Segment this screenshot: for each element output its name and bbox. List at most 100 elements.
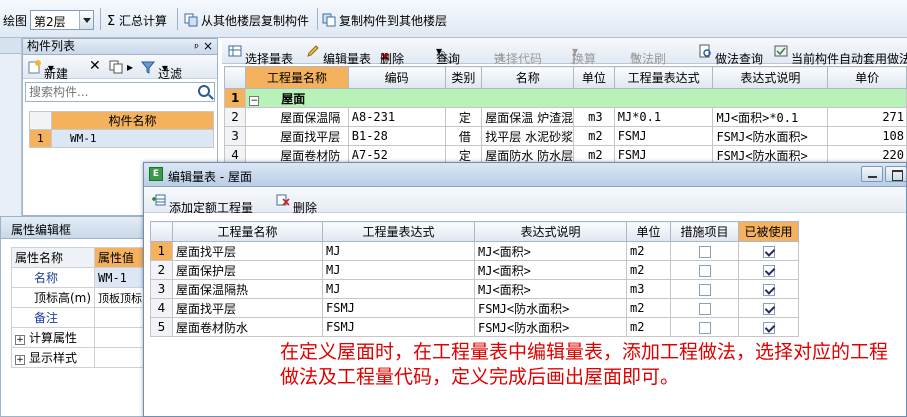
description-cell[interactable]: FSMJ<防水面积> xyxy=(712,126,829,146)
minimize-button[interactable] xyxy=(861,166,883,182)
description-cell[interactable]: FSMJ<防水面积> xyxy=(474,298,627,318)
auto-apply-button[interactable]: 当前构件自动套用做法 xyxy=(774,44,907,66)
expression-cell[interactable]: MJ xyxy=(322,279,475,299)
group-cell[interactable]: − 屋面 xyxy=(245,88,907,108)
more-icon[interactable]: ▸ xyxy=(127,60,133,74)
unit-cell[interactable]: m3 xyxy=(573,107,615,127)
property-group-cell[interactable]: + 显示样式 xyxy=(11,347,95,368)
measure-checkbox[interactable] xyxy=(698,264,711,277)
table-row[interactable]: 3 屋面保温隔热 MJ MJ<面积> m3 xyxy=(150,279,799,299)
used-checkbox[interactable] xyxy=(762,245,775,258)
table-row[interactable]: + 计算属性 xyxy=(11,327,144,348)
unit-cell[interactable]: m3 xyxy=(626,279,671,299)
col-header-name[interactable]: 名称 xyxy=(481,66,575,89)
quantity-name-cell[interactable]: 屋面保温隔热 xyxy=(172,279,323,299)
description-cell[interactable]: MJ<面积> xyxy=(474,279,627,299)
expand-icon[interactable]: + xyxy=(15,335,25,345)
floor-select[interactable]: 第2层 xyxy=(30,10,94,30)
col-header-price[interactable]: 单价 xyxy=(827,66,907,89)
filter-button[interactable]: 过滤 ▾ xyxy=(141,60,182,81)
unit-cell[interactable]: m2 xyxy=(573,126,615,146)
measure-checkbox[interactable] xyxy=(698,283,711,296)
name-cell[interactable]: 找平层 水泥砂浆 xyxy=(481,126,575,146)
table-row[interactable]: 5 屋面卷材防水 FSMJ FSMJ<防水面积> m2 xyxy=(150,317,799,337)
table-row[interactable]: 4 屋面找平层 FSMJ FSMJ<防水面积> m2 xyxy=(150,298,799,318)
new-component-button[interactable]: 新建 ▾ xyxy=(27,60,68,81)
type-cell[interactable]: 定 xyxy=(444,107,483,127)
col-header-unit[interactable]: 单位 xyxy=(573,66,615,89)
component-name-cell[interactable]: WM-1 xyxy=(51,129,214,148)
component-search-input[interactable] xyxy=(26,83,186,101)
expression-cell[interactable]: MJ xyxy=(322,241,475,261)
dialog-delete-button[interactable]: 删除 xyxy=(276,193,317,215)
table-row[interactable]: 1 屋面找平层 MJ MJ<面积> m2 xyxy=(150,241,799,261)
table-row[interactable]: 2 屋面保温隔 A8-231 定 屋面保温 炉渣混 m3 MJ*0.1 MJ<面… xyxy=(223,107,907,127)
used-checkbox[interactable] xyxy=(762,321,775,334)
table-row[interactable]: 3 屋面找平层 B1-28 借 找平层 水泥砂浆 m2 FSMJ FSMJ<防水… xyxy=(223,126,907,146)
unit-cell[interactable]: m2 xyxy=(626,317,671,337)
quantity-name-cell[interactable]: 屋面卷材防水 xyxy=(172,317,323,337)
unit-cell[interactable]: m2 xyxy=(626,260,671,280)
dlg-col-header-unit[interactable]: 单位 xyxy=(626,221,671,242)
group-row[interactable]: 1 − 屋面 xyxy=(223,88,907,108)
quantity-name-cell[interactable]: 屋面保护层 xyxy=(172,260,323,280)
dlg-col-header-expression[interactable]: 工程量表达式 xyxy=(322,221,475,242)
table-row[interactable]: 2 屋面保护层 MJ MJ<面积> m2 xyxy=(150,260,799,280)
expression-cell[interactable]: FSMJ xyxy=(613,126,714,146)
property-value[interactable]: WM-1 xyxy=(94,267,144,288)
description-cell[interactable]: MJ<面积> xyxy=(474,241,627,261)
unit-cell[interactable]: m2 xyxy=(626,241,671,261)
measure-checkbox[interactable] xyxy=(698,321,711,334)
table-row[interactable]: 顶标高(m) 顶板顶标 xyxy=(11,287,144,308)
expression-cell[interactable]: FSMJ xyxy=(322,317,475,337)
price-cell[interactable]: 108 xyxy=(827,126,907,146)
dialog-title-bar[interactable]: E 编辑量表 - 屋面 xyxy=(144,163,907,187)
expression-cell[interactable]: MJ xyxy=(322,260,475,280)
copy-from-floor-button[interactable]: 从其他楼层复制构件 xyxy=(184,12,309,29)
dlg-col-header-used[interactable]: 已被使用 xyxy=(738,221,799,242)
expression-cell[interactable]: FSMJ xyxy=(322,298,475,318)
quantity-name-cell[interactable]: 屋面保温隔 xyxy=(245,107,349,127)
copy-to-floor-button[interactable]: 复制构件到其他楼层 xyxy=(322,12,447,29)
col-header-expression[interactable]: 工程量表达式 xyxy=(613,66,714,89)
dlg-col-header-quantity-name[interactable]: 工程量名称 xyxy=(172,221,323,242)
table-row[interactable]: 名称 WM-1 xyxy=(11,267,144,288)
unit-cell[interactable]: m2 xyxy=(626,298,671,318)
col-header-code[interactable]: 编码 xyxy=(347,66,446,89)
col-header-description[interactable]: 表达式说明 xyxy=(712,66,829,89)
used-checkbox[interactable] xyxy=(762,283,775,296)
quantity-name-cell[interactable]: 屋面找平层 xyxy=(172,241,323,261)
expand-icon[interactable]: + xyxy=(15,355,25,365)
quantity-name-cell[interactable]: 屋面找平层 xyxy=(172,298,323,318)
dlg-col-header-description[interactable]: 表达式说明 xyxy=(474,221,627,242)
measure-checkbox[interactable] xyxy=(698,302,711,315)
description-cell[interactable]: MJ<面积>*0.1 xyxy=(712,107,829,127)
code-cell[interactable]: B1-28 xyxy=(347,126,446,146)
used-checkbox[interactable] xyxy=(762,302,775,315)
table-row[interactable]: + 显示样式 xyxy=(11,347,144,368)
convert-button[interactable]: ƒ 换算 ▾ xyxy=(572,44,596,66)
expression-cell[interactable]: MJ*0.1 xyxy=(613,107,714,127)
price-cell[interactable]: 271 xyxy=(827,107,907,127)
collapse-icon[interactable]: − xyxy=(249,95,260,106)
component-name-header[interactable]: 构件名称 xyxy=(51,111,214,130)
col-header-type[interactable]: 类别 xyxy=(444,66,483,89)
property-value[interactable]: 顶板顶标 xyxy=(94,287,144,308)
query-button[interactable]: 🔍︎ 查询 ▾ xyxy=(436,44,460,66)
sum-calc-button[interactable]: Σ 汇总计算 xyxy=(107,12,167,29)
select-table-button[interactable]: 选择量表 xyxy=(228,44,293,66)
property-group-cell[interactable]: + 计算属性 xyxy=(11,327,95,348)
property-value[interactable] xyxy=(94,307,144,328)
description-cell[interactable]: MJ<面积> xyxy=(474,260,627,280)
description-cell[interactable]: FSMJ<防水面积> xyxy=(474,317,627,337)
delete-component-icon[interactable]: ✕ xyxy=(89,58,101,74)
search-icon[interactable] xyxy=(198,85,210,97)
code-cell[interactable]: A8-231 xyxy=(347,107,446,127)
copy-component-icon[interactable] xyxy=(109,60,126,75)
col-header-quantity-name[interactable]: 工程量名称 xyxy=(245,66,349,89)
close-icon[interactable]: × xyxy=(203,39,213,54)
add-quota-quantity-button[interactable]: 添加定额工程量 xyxy=(152,193,253,215)
edit-table-button[interactable]: 编辑量表 xyxy=(306,44,371,66)
table-row[interactable]: 备注 xyxy=(11,307,144,328)
type-cell[interactable]: 借 xyxy=(444,126,483,146)
